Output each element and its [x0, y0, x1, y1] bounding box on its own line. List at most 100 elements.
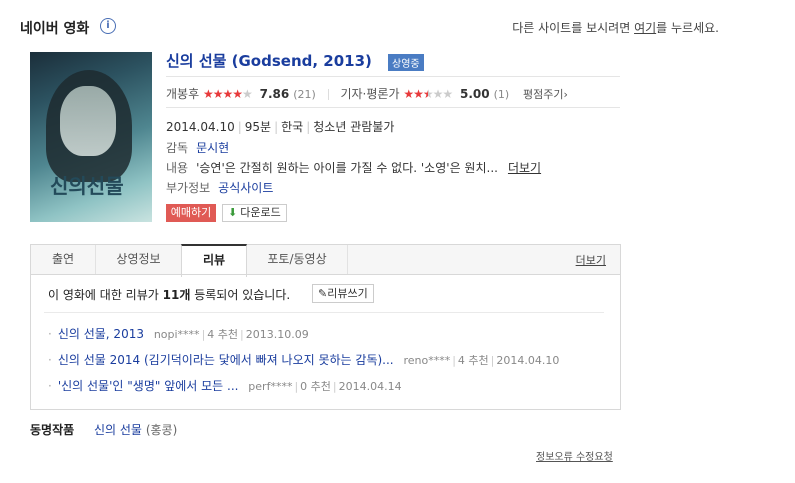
audience-score: 7.86	[259, 87, 290, 101]
tab-reviews[interactable]: 리뷰	[181, 244, 247, 277]
star-icon: ★	[202, 87, 214, 101]
audience-stars: ★★★★★	[202, 87, 253, 101]
bullet-icon: ·	[48, 327, 52, 341]
extra-label: 부가정보	[166, 181, 211, 195]
review-author: perf****	[248, 380, 293, 393]
audience-label: 개봉후	[166, 87, 200, 101]
download-icon: ⬇	[228, 206, 238, 219]
review-item[interactable]: · 신의 선물, 2013 nopi**** | 4 추천 | 2013.10.09	[48, 325, 309, 342]
site-notice: 다른 사이트를 보시려면 여기를 누르세요.	[512, 19, 719, 36]
download-label: 다운로드	[240, 206, 281, 219]
tab-showtimes[interactable]: 상영정보	[96, 245, 182, 275]
review-author: nopi****	[153, 328, 200, 341]
release-date: 2014.04.10	[166, 120, 235, 134]
divider: |	[452, 354, 456, 367]
star-icon: ★	[222, 87, 233, 101]
divider: |	[237, 120, 242, 134]
same-title-label: 동명작품	[30, 423, 75, 437]
movie-title[interactable]: 신의 선물 (Godsend, 2013)	[166, 50, 372, 71]
status-badge: 상영중	[388, 54, 424, 71]
book-button[interactable]: 예매하기	[166, 204, 216, 222]
poster-title: 신의선물	[50, 174, 124, 198]
divider: |	[490, 354, 495, 367]
tab-photo-video[interactable]: 포토/동영상	[247, 245, 348, 275]
info-icon[interactable]: i	[100, 18, 116, 34]
review-recs: 4 추천	[207, 328, 239, 341]
star-icon: ★	[422, 87, 434, 101]
review-item[interactable]: · '신의 선물'인 "생명" 앞에서 모든 ... perf**** | 0 추천 |…	[48, 377, 402, 394]
divider: |	[294, 380, 299, 393]
country: 한국	[281, 120, 304, 134]
write-review-button[interactable]: ✎리뷰쓰기	[312, 284, 374, 303]
write-review-label: 리뷰쓰기	[327, 287, 368, 300]
download-button[interactable]: ⬇ 다운로드	[222, 204, 287, 222]
bullet-icon: ·	[48, 379, 52, 393]
divider: |	[240, 328, 244, 341]
same-title-link[interactable]: 신의 선물	[94, 423, 142, 437]
pencil-icon: ✎	[318, 287, 328, 300]
star-icon: ★	[403, 87, 414, 101]
tab-cast[interactable]: 출연	[31, 245, 96, 275]
review-meta: reno**** | 4 추천 | 2014.04.10	[403, 354, 559, 367]
review-author: reno****	[403, 354, 451, 367]
review-meta: nopi**** | 4 추천 | 2013.10.09	[154, 328, 309, 341]
divider	[166, 76, 620, 77]
review-recs: 4 추천	[457, 354, 489, 367]
age-rating: 청소년 관람불가	[313, 120, 395, 134]
divider: |	[201, 328, 206, 341]
rate-link[interactable]: 평점주기›	[523, 88, 568, 101]
divider: |	[332, 380, 337, 393]
review-date: 2013.10.09	[245, 328, 309, 341]
review-title: 신의 선물 2014 (김기덕이라는 닻에서 빠져 나오지 못하는 감독)...	[57, 353, 394, 367]
tab-bar: 출연 상영정보 리뷰 포토/동영상 더보기	[30, 244, 621, 277]
audience-count: (21)	[293, 88, 316, 101]
divider	[327, 89, 329, 100]
movie-poster[interactable]: 신의선물	[30, 52, 152, 222]
critic-label: 기자·평론가	[340, 87, 400, 101]
review-title: 신의 선물, 2013	[57, 327, 144, 341]
critic-score: 5.00	[459, 87, 490, 101]
chevron-right-icon: ›	[563, 88, 568, 101]
plot-text: '승연'은 간절히 원하는 아이를 가질 수 없다. '소영'은 원치...	[196, 161, 498, 175]
critic-stars: ★★★★★	[403, 87, 453, 101]
review-recs: 0 추천	[300, 380, 331, 393]
rate-link-label: 평점주기	[523, 88, 564, 101]
review-summary-post: 등록되어 있습니다.	[194, 288, 291, 302]
star-icon: ★	[232, 87, 243, 101]
plot-more-link[interactable]: 더보기	[508, 161, 541, 175]
star-icon: ★	[432, 87, 444, 101]
review-date: 2014.04.14	[338, 380, 402, 393]
divider: |	[274, 120, 279, 134]
tabs-more-link[interactable]: 더보기	[576, 252, 606, 268]
notice-link[interactable]: 여기	[634, 21, 656, 35]
director-link[interactable]: 문시현	[196, 141, 229, 155]
review-summary-pre: 이 영화에 대한 리뷰가	[48, 288, 159, 302]
star-icon: ★	[442, 87, 453, 101]
movie-meta: 2014.04.10 | 95분 | 한국 | 청소년 관람불가	[166, 118, 394, 135]
divider	[44, 312, 604, 313]
review-summary: 이 영화에 대한 리뷰가 11개 등록되어 있습니다.	[48, 286, 290, 303]
divider	[166, 107, 620, 108]
report-error-link[interactable]: 정보오류 수정요청	[536, 448, 613, 463]
same-title-works: 동명작품 신의 선물 (홍콩)	[30, 421, 177, 438]
director-row: 감독 문시현	[166, 139, 229, 156]
notice-text-after: 를 누르세요.	[656, 21, 719, 35]
review-count: 11개	[162, 288, 191, 302]
star-icon: ★	[413, 87, 424, 101]
review-item[interactable]: · 신의 선물 2014 (김기덕이라는 닻에서 빠져 나오지 못하는 감독)..…	[48, 351, 559, 368]
director-label: 감독	[166, 141, 189, 155]
critic-count: (1)	[493, 88, 510, 101]
ratings-row: 개봉후 ★★★★★ 7.86 (21) 기자·평론가 ★★★★★ 5.00 (1) …	[166, 85, 568, 102]
bullet-icon: ·	[48, 353, 52, 367]
notice-text-before: 다른 사이트를 보시려면	[512, 21, 631, 35]
page-title: 네이버 영화	[20, 21, 90, 37]
same-title-suffix: (홍콩)	[145, 423, 178, 437]
runtime: 95분	[244, 120, 272, 134]
plot-label: 내용	[166, 161, 189, 175]
review-title: '신의 선물'인 "생명" 앞에서 모든 ...	[57, 379, 239, 393]
extra-info-row: 부가정보 공식사이트	[166, 179, 273, 196]
plot-row: 내용 '승연'은 간절히 원하는 아이를 가질 수 없다. '소영'은 원치...…	[166, 159, 541, 176]
review-date: 2014.04.10	[496, 354, 560, 367]
review-meta: perf**** | 0 추천 | 2014.04.14	[248, 380, 401, 393]
official-site-link[interactable]: 공식사이트	[218, 181, 273, 195]
